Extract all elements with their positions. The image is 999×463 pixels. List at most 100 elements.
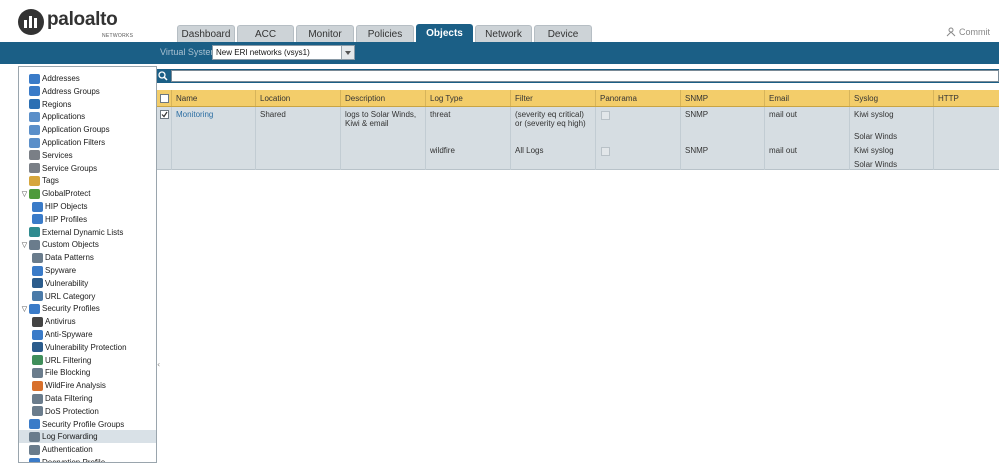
column-header-email[interactable]: Email [764, 90, 849, 106]
select-all-checkbox[interactable] [160, 94, 169, 103]
table-row[interactable]: Monitoring Shared logs to Solar Winds, K… [157, 107, 999, 170]
sidebar-item-spyware[interactable]: Spyware [19, 264, 156, 277]
sidebar-item-label: Security Profiles [42, 304, 100, 314]
sidebar-item-label: HIP Profiles [45, 214, 88, 224]
sidebar-item-label: Service Groups [42, 163, 98, 173]
entry-1-filter: (severity eq critical) or (severity eq h… [515, 110, 586, 128]
sidebar-item-custom-objects[interactable]: ▽ Custom Objects [19, 238, 156, 251]
column-header-filter[interactable]: Filter [510, 90, 595, 106]
sidebar-item-file-blocking[interactable]: File Blocking [19, 366, 156, 379]
chevron-down-icon[interactable] [341, 46, 354, 59]
sidebar-item-label: GlobalProtect [42, 189, 91, 199]
sidebar-item-decryption-profile[interactable]: Decryption Profile [19, 456, 156, 463]
entry-2-panorama-checkbox [601, 147, 610, 156]
entry-1-email: mail out [769, 110, 798, 119]
column-header-name[interactable]: Name [171, 90, 255, 106]
sidebar-item-label: Spyware [45, 266, 77, 275]
sidebar-item-services[interactable]: Services [19, 149, 156, 162]
expand-toggle-icon[interactable]: ▽ [20, 305, 29, 313]
dos-protection-icon [32, 406, 43, 417]
column-header-syslog[interactable]: Syslog [849, 90, 933, 106]
column-header-panorama[interactable]: Panorama [595, 90, 680, 106]
row-location: Shared [260, 110, 286, 119]
sidebar-item-label: Log Forwarding [42, 432, 98, 442]
tab-policies[interactable]: Policies [356, 25, 414, 42]
vulnerability-icon [32, 278, 43, 289]
vsys-bar: Virtual System New ERI networks (vsys1) [0, 42, 999, 64]
sidebar-item-antivirus[interactable]: Antivirus [19, 315, 156, 328]
object-tree-sidebar: Addresses Address Groups Regions Applicatio… [18, 66, 157, 463]
sidebar-item-tags[interactable]: Tags [19, 174, 156, 187]
sidebar-item-security-profiles[interactable]: ▽ Security Profiles [19, 302, 156, 315]
search-icon[interactable] [158, 71, 168, 81]
sidebar-item-log-forwarding[interactable]: Log Forwarding [19, 430, 156, 444]
sidebar-item-anti-spyware[interactable]: Anti-Spyware [19, 328, 156, 341]
expand-toggle-icon[interactable]: ▽ [20, 190, 29, 198]
column-header-log-type[interactable]: Log Type [425, 90, 510, 106]
expand-toggle-icon[interactable]: ▽ [20, 241, 29, 249]
vsys-select[interactable]: New ERI networks (vsys1) [212, 45, 355, 60]
sidebar-item-vulnerability-protection[interactable]: Vulnerability Protection [19, 341, 156, 354]
sidebar-item-dos-protection[interactable]: DoS Protection [19, 405, 156, 418]
tab-device[interactable]: Device [534, 25, 592, 42]
sidebar-item-external-dynamic-lists[interactable]: External Dynamic Lists [19, 226, 156, 239]
tab-dashboard[interactable]: Dashboard [177, 25, 235, 42]
column-header-location[interactable]: Location [255, 90, 340, 106]
sidebar-item-globalprotect[interactable]: ▽ GlobalProtect [19, 187, 156, 200]
column-header-snmp[interactable]: SNMP [680, 90, 764, 106]
sidebar-item-label: Services [42, 150, 73, 160]
sidebar-item-vulnerability[interactable]: Vulnerability [19, 277, 156, 290]
data-patterns-icon [32, 252, 43, 263]
services-icon [29, 150, 40, 161]
commit-button[interactable]: Commit [946, 27, 990, 37]
sidebar-item-authentication[interactable]: Authentication [19, 443, 156, 456]
globalprotect-icon [29, 188, 40, 199]
sidebar-item-label: Authentication [42, 445, 93, 455]
tab-objects[interactable]: Objects [416, 24, 473, 42]
sidebar-item-label: Decryption Profile [42, 458, 106, 463]
commit-icon [946, 27, 956, 37]
tab-network[interactable]: Network [475, 25, 532, 42]
entry-2-email: mail out [769, 146, 798, 155]
paloalto-logo: paloalto NETWORKS [18, 9, 133, 39]
sidebar-item-hip-objects[interactable]: HIP Objects [19, 200, 156, 213]
sidebar-item-regions[interactable]: Regions [19, 98, 156, 111]
tab-monitor[interactable]: Monitor [296, 25, 354, 42]
column-header-description[interactable]: Description [340, 90, 425, 106]
collapse-handle-icon[interactable]: ‹ [157, 360, 161, 372]
external-dynamic-lists-icon [29, 227, 40, 238]
sidebar-item-url-filtering[interactable]: URL Filtering [19, 354, 156, 367]
sidebar-item-url-category[interactable]: URL Category [19, 290, 156, 303]
sidebar-item-security-profile-groups[interactable]: Security Profile Groups [19, 418, 156, 431]
entry-2-log-type: wildfire [430, 146, 455, 155]
row-name-link[interactable]: Monitoring [176, 110, 213, 119]
sidebar-item-wildfire-analysis[interactable]: WildFire Analysis [19, 379, 156, 392]
sidebar-item-data-patterns[interactable]: Data Patterns [19, 251, 156, 264]
sidebar-item-label: Application Filters [42, 138, 106, 147]
tags-icon [29, 175, 40, 186]
row-select-checkbox[interactable] [160, 110, 169, 119]
sidebar-item-application-groups[interactable]: Application Groups [19, 123, 156, 136]
filter-bar [157, 69, 999, 83]
anti-spyware-icon [32, 329, 43, 340]
sidebar-item-applications[interactable]: Applications [19, 110, 156, 123]
sidebar-item-address-groups[interactable]: Address Groups [19, 85, 156, 98]
decryption-profile-icon [29, 457, 40, 462]
sidebar-item-label: Application Groups [42, 125, 110, 135]
sidebar-item-application-filters[interactable]: Application Filters [19, 136, 156, 149]
select-all-column[interactable] [157, 90, 171, 106]
entry-1-log-type: threat [430, 110, 451, 119]
wildfire-analysis-icon [32, 380, 43, 391]
log-forwarding-icon [29, 431, 40, 442]
filter-input[interactable] [171, 70, 999, 82]
sidebar-item-label: Security Profile Groups [42, 419, 125, 429]
sidebar-item-data-filtering[interactable]: Data Filtering [19, 392, 156, 405]
sidebar-item-label: DoS Protection [45, 406, 99, 416]
file-blocking-icon [32, 367, 43, 378]
sidebar-item-hip-profiles[interactable]: HIP Profiles [19, 213, 156, 226]
sidebar-item-service-groups[interactable]: Service Groups [19, 162, 156, 175]
tab-acc[interactable]: ACC [237, 25, 294, 42]
entry-2-snmp: SNMP [685, 146, 709, 155]
column-header-http[interactable]: HTTP [933, 90, 999, 106]
sidebar-item-addresses[interactable]: Addresses [19, 72, 156, 85]
